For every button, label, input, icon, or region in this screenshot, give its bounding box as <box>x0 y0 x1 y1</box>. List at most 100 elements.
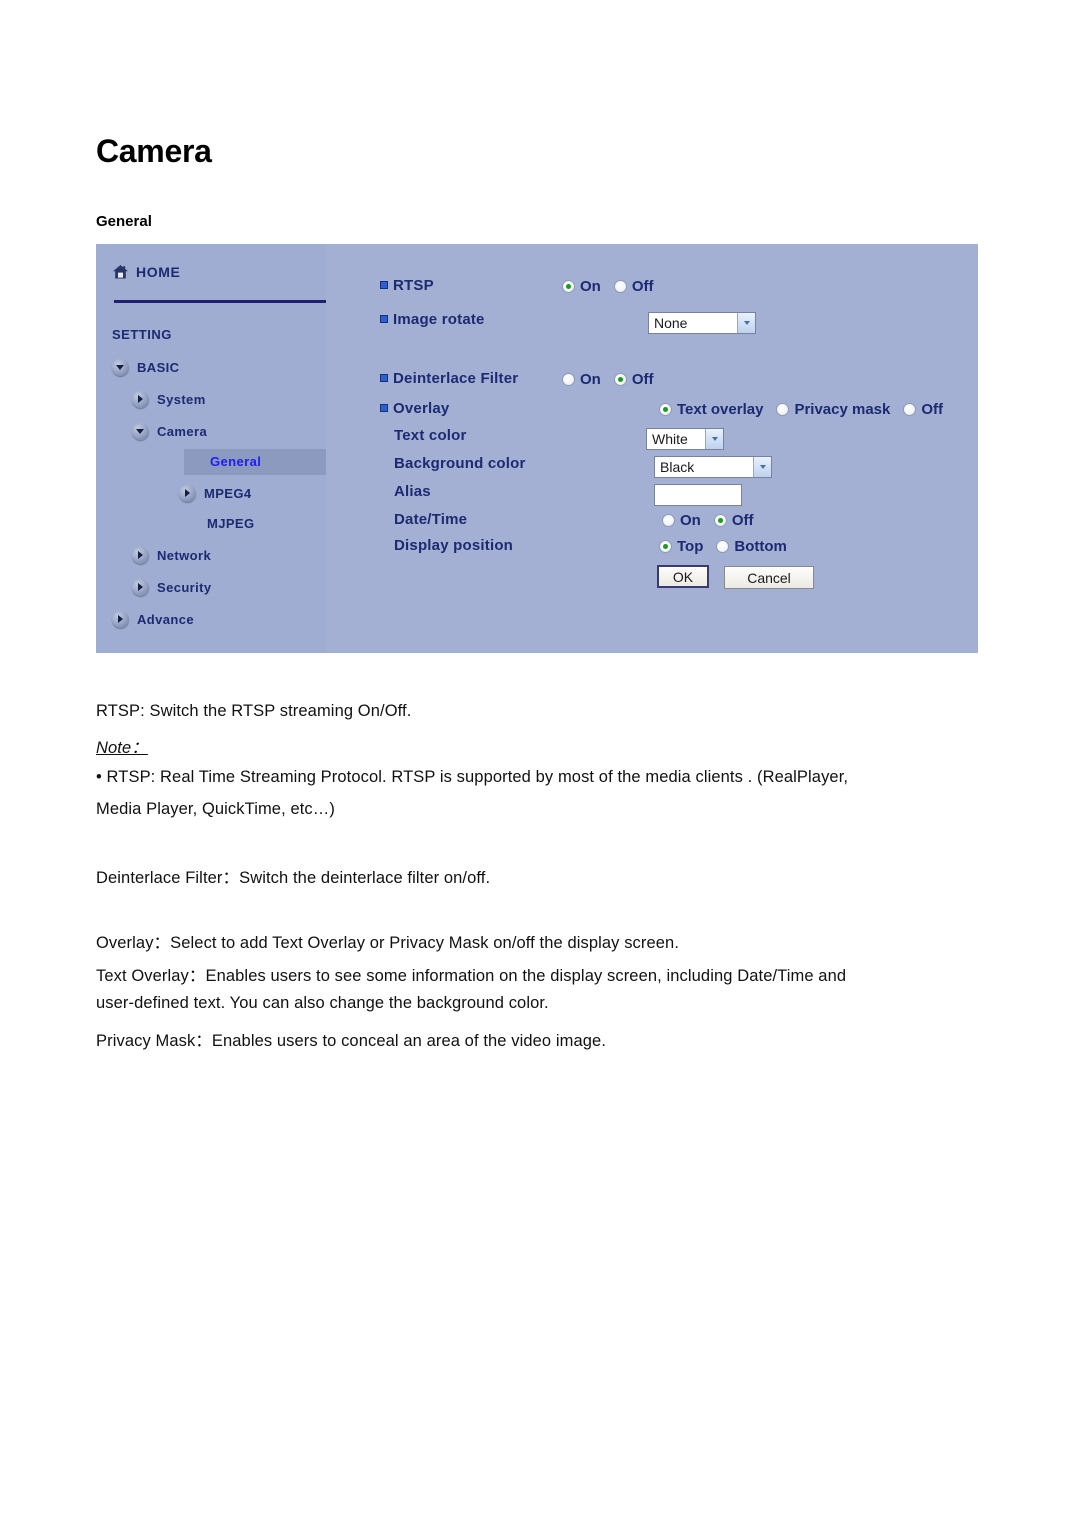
note-line-2: Media Player, QuickTime, etc…) <box>96 800 335 818</box>
sidebar-item-label: BASIC <box>137 360 180 375</box>
chevron-right-icon[interactable] <box>132 391 149 408</box>
sidebar-item-security[interactable]: Security <box>132 579 212 596</box>
paragraph-privacy-mask: Privacy Mask：Enables users to conceal an… <box>96 1032 607 1050</box>
square-bullet-icon <box>380 373 388 382</box>
row-rtsp: RTSP <box>380 277 434 294</box>
radio-icon[interactable] <box>776 403 790 416</box>
sidebar-item-advance[interactable]: Advance <box>112 611 194 628</box>
sidebar-item-home[interactable]: HOME <box>112 264 180 280</box>
chevron-down-icon[interactable] <box>705 429 723 449</box>
alias-label: Alias <box>394 483 431 500</box>
chevron-right-icon[interactable] <box>112 611 129 628</box>
deinterlace-radio-group: On Off <box>562 371 654 388</box>
sidebar-setting-heading: SETTING <box>112 327 172 342</box>
overlay-option-off[interactable]: Off <box>903 401 943 418</box>
sidebar-item-basic[interactable]: BASIC <box>112 359 179 376</box>
sidebar-item-network[interactable]: Network <box>132 547 211 564</box>
row-image-rotate: Image rotate <box>380 311 485 328</box>
sidebar-item-label: MJPEG <box>207 516 255 531</box>
radio-icon[interactable] <box>562 280 575 293</box>
overlay-option-privacy-mask[interactable]: Privacy mask <box>776 401 890 418</box>
square-bullet-icon <box>380 280 388 289</box>
display-position-option-bottom[interactable]: Bottom <box>716 538 787 555</box>
sidebar-item-label: Network <box>157 548 212 563</box>
deinterlace-option-on[interactable]: On <box>562 371 601 388</box>
alias-input[interactable] <box>654 484 742 506</box>
row-overlay: Overlay <box>380 400 449 417</box>
row-display-position: Display position <box>380 537 513 554</box>
date-time-option-off[interactable]: Off <box>713 512 754 529</box>
row-date-time: Date/Time <box>380 511 467 528</box>
note-line-1: • RTSP: Real Time Streaming Protocol. RT… <box>96 768 849 786</box>
date-time-label: Date/Time <box>394 511 468 528</box>
rtsp-option-off[interactable]: Off <box>613 278 654 295</box>
chevron-down-icon[interactable] <box>753 457 771 477</box>
square-bullet-icon <box>380 403 388 412</box>
sidebar-item-label: Advance <box>137 612 194 627</box>
page-title: Camera <box>96 133 212 169</box>
paragraph-overlay: Overlay：Select to add Text Overlay or Pr… <box>96 934 680 952</box>
text-color-label: Text color <box>394 427 467 444</box>
ok-button[interactable]: OK <box>657 565 709 588</box>
rtsp-radio-group: On Off <box>562 278 654 295</box>
sidebar-item-mpeg4[interactable]: MPEG4 <box>179 485 252 502</box>
radio-icon[interactable] <box>613 280 627 293</box>
image-rotate-select[interactable]: None <box>648 312 756 334</box>
text-color-select[interactable]: White <box>646 428 724 450</box>
sidebar-item-general[interactable]: General <box>210 454 261 469</box>
display-position-radio-group: Top Bottom <box>659 538 787 555</box>
camera-ui-screenshot: HOME SETTING BASIC System Camera General… <box>96 244 978 653</box>
rtsp-option-on[interactable]: On <box>562 278 601 295</box>
chevron-down-icon[interactable] <box>737 313 755 333</box>
paragraph-rtsp: RTSP: Switch the RTSP streaming On/Off. <box>96 702 412 720</box>
row-deinterlace: Deinterlace Filter <box>380 370 518 387</box>
sidebar-item-label: MPEG4 <box>204 486 252 501</box>
image-rotate-label: Image rotate <box>380 311 485 328</box>
overlay-label: Overlay <box>380 400 449 417</box>
paragraph-text-overlay-1: Text Overlay：Enables users to see some i… <box>96 967 847 985</box>
deinterlace-label: Deinterlace Filter <box>380 370 518 387</box>
sidebar-item-label: System <box>157 392 206 407</box>
radio-icon[interactable] <box>903 403 917 416</box>
chevron-down-icon[interactable] <box>112 359 129 376</box>
radio-icon[interactable] <box>662 514 675 527</box>
radio-icon[interactable] <box>713 514 727 527</box>
ui-sidebar: HOME SETTING BASIC System Camera General… <box>96 244 329 653</box>
radio-icon[interactable] <box>659 540 672 553</box>
rtsp-label: RTSP <box>380 277 434 294</box>
chevron-right-icon[interactable] <box>179 485 196 502</box>
sidebar-item-camera[interactable]: Camera <box>132 423 207 440</box>
overlay-radio-group: Text overlay Privacy mask Off <box>659 401 943 418</box>
chevron-right-icon[interactable] <box>132 579 149 596</box>
background-color-select[interactable]: Black <box>654 456 772 478</box>
radio-icon[interactable] <box>562 373 575 386</box>
sidebar-item-label: Camera <box>157 424 208 439</box>
sidebar-home-label: HOME <box>136 264 181 280</box>
radio-icon[interactable] <box>716 540 730 553</box>
ui-content: RTSP On Off Image rotate None Deinterlac… <box>326 244 978 653</box>
radio-icon[interactable] <box>613 373 627 386</box>
sidebar-divider <box>114 300 326 303</box>
chevron-down-icon[interactable] <box>132 423 149 440</box>
background-color-label: Background color <box>394 455 526 472</box>
display-position-option-top[interactable]: Top <box>659 538 703 555</box>
square-bullet-icon <box>380 314 388 323</box>
sidebar-item-system[interactable]: System <box>132 391 206 408</box>
note-heading: Note： <box>96 739 148 757</box>
sidebar-item-label: General <box>210 454 262 469</box>
cancel-button[interactable]: Cancel <box>724 566 814 589</box>
row-alias: Alias <box>380 483 431 500</box>
sidebar-item-label: Security <box>157 580 212 595</box>
radio-icon[interactable] <box>659 403 672 416</box>
paragraph-deinterlace: Deinterlace Filter：Switch the deinterlac… <box>96 869 491 887</box>
sidebar-item-mjpeg[interactable]: MJPEG <box>207 516 255 531</box>
row-background-color: Background color <box>380 455 526 472</box>
overlay-option-text-overlay[interactable]: Text overlay <box>659 401 763 418</box>
section-label: General <box>96 213 152 230</box>
chevron-right-icon[interactable] <box>132 547 149 564</box>
paragraph-text-overlay-2: user-defined text. You can also change t… <box>96 994 549 1012</box>
display-position-label: Display position <box>394 537 514 554</box>
deinterlace-option-off[interactable]: Off <box>613 371 654 388</box>
home-icon <box>112 264 129 280</box>
date-time-option-on[interactable]: On <box>662 512 701 529</box>
